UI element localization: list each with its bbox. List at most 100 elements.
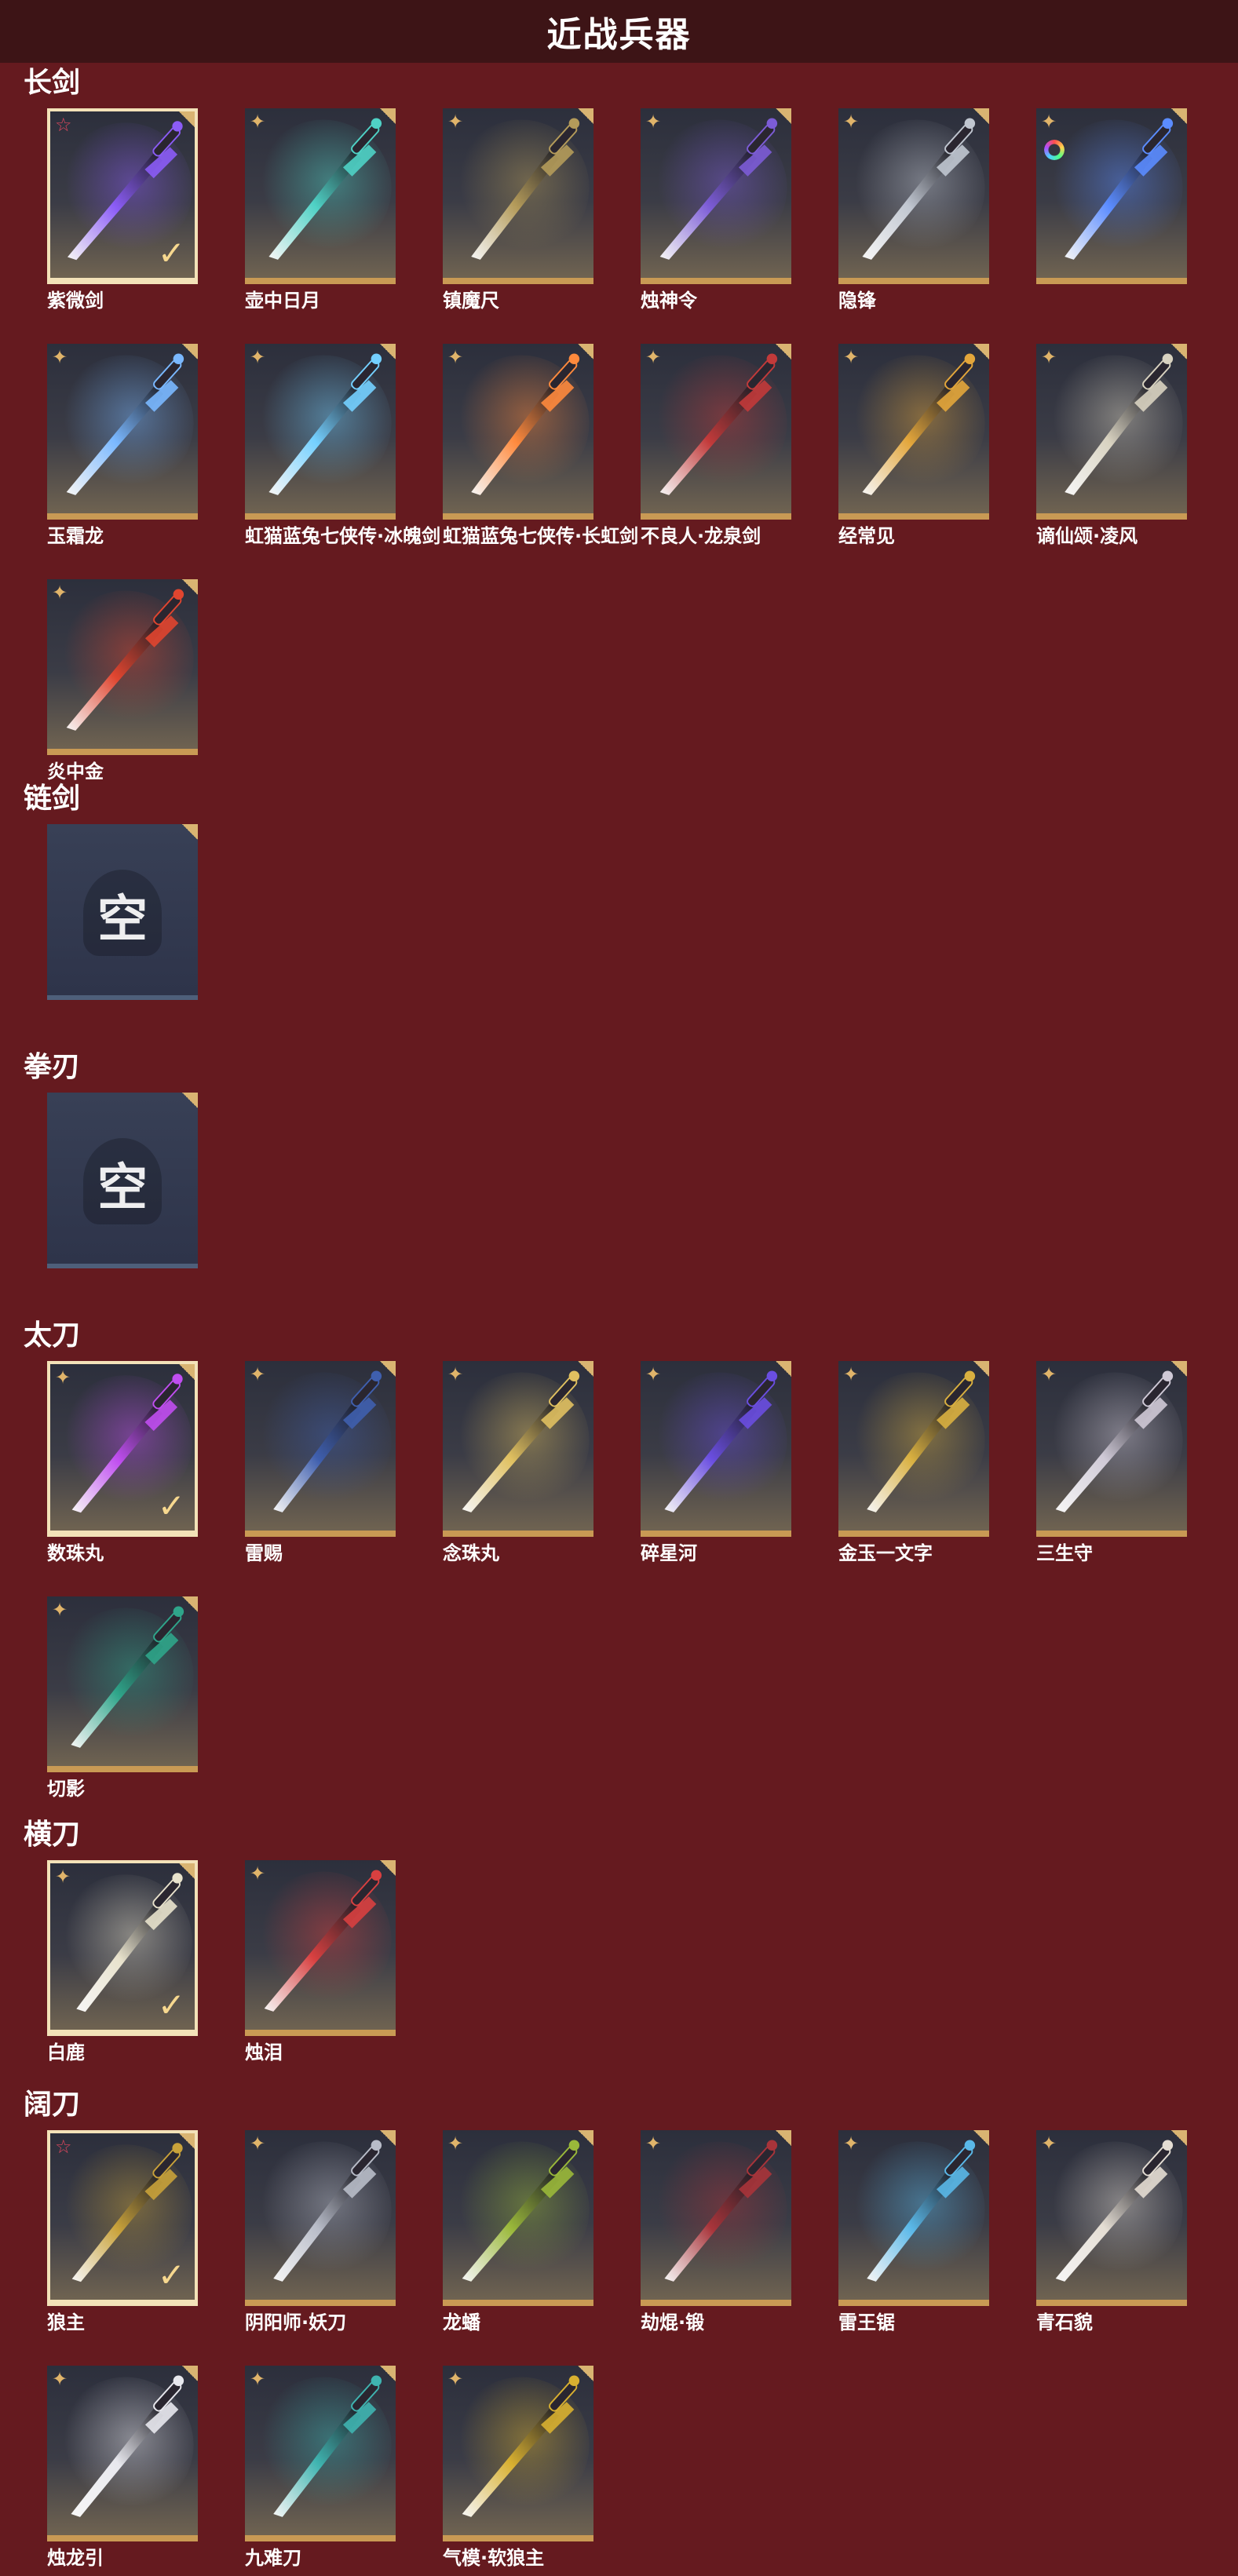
star-badge-icon: ✦ [843, 111, 860, 133]
weapon-item[interactable]: ✦ 九难刀 [245, 2366, 396, 2570]
weapon-item[interactable]: ✦ 念珠丸 [443, 1361, 593, 1565]
weapon-card[interactable]: ✦ [838, 344, 989, 520]
weapon-card[interactable]: ✦ [245, 344, 396, 520]
empty-weapon-slot[interactable]: 空 [47, 1093, 198, 1268]
weapon-card[interactable]: ✦ [47, 2366, 198, 2541]
weapon-item[interactable]: ✦ 虹猫蓝兔七侠传·冰魄剑 [245, 344, 440, 548]
weapon-item[interactable]: ✦ [1036, 108, 1187, 289]
corner-fold-icon [182, 1596, 198, 1612]
weapon-card[interactable]: ✦ [245, 1361, 396, 1537]
corner-fold-icon [179, 2133, 195, 2149]
weapon-item[interactable]: ✦ 玉霜龙 [47, 344, 198, 548]
weapon-card[interactable]: ✦ [443, 108, 593, 284]
star-badge-icon: ✦ [843, 1363, 860, 1385]
weapon-item[interactable]: ✦ 经常见 [838, 344, 989, 548]
weapon-card[interactable]: ✦ [443, 344, 593, 520]
corner-fold-icon [179, 1863, 195, 1879]
weapon-name: 三生守 [1036, 1542, 1093, 1564]
weapon-item[interactable]: ✦ 阴阳师·妖刀 [245, 2130, 396, 2334]
weapon-name: 白鹿 [47, 2041, 85, 2063]
page-header: 近战兵器 [0, 0, 1238, 63]
star-badge-icon: ✦ [52, 582, 68, 604]
weapon-card[interactable]: ✦ [443, 1361, 593, 1537]
weapon-item[interactable]: ✦ 虹猫蓝兔七侠传·长虹剑 [443, 344, 638, 548]
corner-fold-icon [578, 108, 593, 124]
weapon-name: 龙蟠 [443, 2311, 480, 2333]
weapon-item[interactable]: ✦ 气模·软狼主 [443, 2366, 593, 2570]
star-badge-icon: ✦ [447, 111, 464, 133]
empty-slot-card[interactable]: 空 [47, 1093, 198, 1268]
weapon-card[interactable]: ✦ [838, 2130, 989, 2306]
weapon-item[interactable]: ✦ 三生守 [1036, 1361, 1187, 1565]
weapon-card[interactable]: ✦ [641, 1361, 791, 1537]
weapon-card[interactable]: ☆ ✓ [47, 2130, 198, 2306]
star-badge-icon: ✦ [447, 2368, 464, 2390]
weapon-item[interactable]: ✦ ✓ 白鹿 [47, 1860, 198, 2064]
weapon-card[interactable]: ✦ [47, 579, 198, 755]
weapon-illustration [57, 2375, 194, 2517]
weapon-item[interactable]: ✦ 雷王锯 [838, 2130, 989, 2334]
weapon-item[interactable]: ✦ 炎中金 [47, 579, 198, 783]
weapon-item[interactable]: ✦ 烛龙引 [47, 2366, 198, 2570]
weapon-illustration [849, 1370, 985, 1512]
weapon-item[interactable]: ✦ 金玉一文字 [838, 1361, 989, 1565]
weapon-item[interactable]: ✦ 不良人·龙泉剑 [641, 344, 791, 548]
weapon-card[interactable]: ✦ [47, 1596, 198, 1772]
weapon-name: 谪仙颂·凌风 [1036, 525, 1138, 547]
empty-slot-card[interactable]: 空 [47, 824, 198, 1000]
weapon-item[interactable]: ✦ 烛泪 [245, 1860, 396, 2064]
weapon-card[interactable]: ✦ [1036, 344, 1187, 520]
weapon-card[interactable]: ✦ [641, 108, 791, 284]
star-badge-icon: ✦ [645, 2133, 662, 2155]
corner-fold-icon [1171, 1361, 1187, 1377]
weapon-card[interactable]: ✦ [245, 2366, 396, 2541]
star-badge-icon: ✦ [52, 1599, 68, 1621]
weapon-card[interactable]: ✦ [641, 344, 791, 520]
corner-fold-icon [776, 108, 791, 124]
weapon-item[interactable]: ✦ ✓ 数珠丸 [47, 1361, 198, 1565]
weapon-card[interactable]: ✦ [245, 1860, 396, 2036]
weapon-item[interactable]: ✦ 碎星河 [641, 1361, 791, 1565]
corner-fold-icon [578, 344, 593, 359]
weapon-illustration [255, 2140, 392, 2282]
weapon-card[interactable]: ✦ [838, 1361, 989, 1537]
weapon-card[interactable]: ✦ [1036, 108, 1187, 284]
weapon-card[interactable]: ✦ [443, 2130, 593, 2306]
corner-fold-icon [578, 1361, 593, 1377]
weapon-item[interactable]: ☆ ✓ 紫微剑 [47, 108, 198, 312]
weapon-card[interactable]: ✦ [443, 2366, 593, 2541]
weapon-name: 金玉一文字 [838, 1542, 933, 1564]
weapon-item[interactable]: ✦ 切影 [47, 1596, 198, 1801]
star-badge-icon: ✦ [645, 111, 662, 133]
corner-fold-icon [380, 2130, 396, 2146]
weapon-card[interactable]: ✦ [245, 108, 396, 284]
weapon-card[interactable]: ✦ [245, 2130, 396, 2306]
weapon-name: 不良人·龙泉剑 [641, 525, 761, 547]
weapon-card[interactable]: ✦ [641, 2130, 791, 2306]
weapon-item[interactable]: ✦ 青石貌 [1036, 2130, 1187, 2334]
weapon-item[interactable]: ✦ 壶中日月 [245, 108, 396, 312]
weapon-name: 碎星河 [641, 1542, 697, 1564]
weapon-name: 炎中金 [47, 761, 104, 783]
weapon-card[interactable]: ✦ ✓ [47, 1361, 198, 1537]
star-badge-icon: ✦ [447, 346, 464, 368]
star-badge-icon: ✦ [447, 2133, 464, 2155]
section-title: 链剑 [24, 783, 81, 815]
weapon-item[interactable]: ✦ 雷赐 [245, 1361, 396, 1565]
star-badge-icon: ✦ [1041, 346, 1057, 368]
weapon-item[interactable]: ✦ 烛神令 [641, 108, 791, 312]
weapon-item[interactable]: ☆ ✓ 狼主 [47, 2130, 198, 2334]
weapon-card[interactable]: ☆ ✓ [47, 108, 198, 284]
weapon-item[interactable]: ✦ 龙蟠 [443, 2130, 593, 2334]
weapon-card[interactable]: ✦ [1036, 1361, 1187, 1537]
weapon-card[interactable]: ✦ ✓ [47, 1860, 198, 2036]
weapon-item[interactable]: ✦ 劫焜·锻 [641, 2130, 791, 2334]
weapon-item[interactable]: ✦ 谪仙颂·凌风 [1036, 344, 1187, 548]
weapon-item[interactable]: ✦ 镇魔尺 [443, 108, 593, 312]
weapon-item[interactable]: ✦ 隐锋 [838, 108, 989, 312]
star-badge-icon: ✦ [250, 1363, 266, 1385]
weapon-card[interactable]: ✦ [1036, 2130, 1187, 2306]
empty-weapon-slot[interactable]: 空 [47, 824, 198, 1000]
weapon-card[interactable]: ✦ [838, 108, 989, 284]
weapon-card[interactable]: ✦ [47, 344, 198, 520]
